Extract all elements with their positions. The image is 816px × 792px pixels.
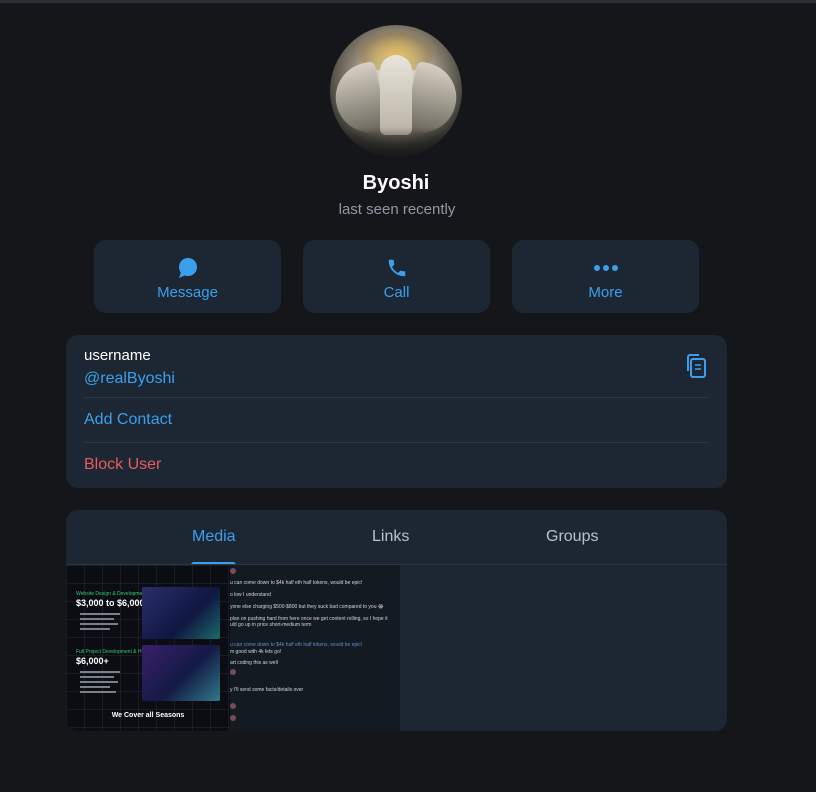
more-button-label: More <box>588 284 623 301</box>
thumbnail-footer: We Cover all Seasons <box>111 712 185 719</box>
avatar-shade <box>330 127 462 157</box>
thumbnail-line <box>80 623 118 625</box>
more-dots-icon <box>512 256 699 280</box>
top-border <box>0 0 816 3</box>
tab-groups[interactable]: Groups <box>546 528 598 546</box>
chat-bubble-icon <box>94 256 281 280</box>
thumbnail-line <box>80 613 120 615</box>
media-thumbnail[interactable]: u can come down to $4k half eth half tok… <box>230 565 400 731</box>
divider <box>84 442 709 443</box>
thumbnail-heading: Website Design & Development <box>76 591 147 597</box>
thumbnail-line <box>80 618 114 620</box>
chat-line: m good with 4k lets go! <box>230 649 282 655</box>
thumbnail-screenshot <box>142 587 220 639</box>
avatar-figure <box>380 55 412 135</box>
info-card: username @realByoshi Add Contact Block U… <box>66 335 727 488</box>
phone-icon <box>303 256 490 280</box>
chat-line: u can come down to $4k half eth half tok… <box>230 580 363 586</box>
chat-avatar <box>230 715 236 721</box>
thumbnail-screenshot <box>142 645 220 701</box>
tab-links[interactable]: Links <box>372 528 409 546</box>
call-button[interactable]: Call <box>303 240 490 313</box>
thumbnail-line <box>80 691 116 693</box>
chat-avatar <box>230 703 236 709</box>
tab-media[interactable]: Media <box>192 528 236 546</box>
more-button[interactable]: More <box>512 240 699 313</box>
block-user-button[interactable]: Block User <box>84 456 161 474</box>
chat-line: o low I understand <box>230 592 271 598</box>
shared-media-card: Media Links Groups Website Design & Deve… <box>66 510 727 731</box>
thumbnail-line <box>80 681 118 683</box>
chat-line: y I'll send some facts/details over <box>230 687 304 693</box>
username-value[interactable]: @realByoshi <box>84 370 175 388</box>
profile-name: Byoshi <box>362 172 430 194</box>
divider <box>84 397 709 398</box>
chat-line: yone else charging $500-$800 but they su… <box>230 604 384 610</box>
add-contact-button[interactable]: Add Contact <box>84 411 172 429</box>
thumbnail-line <box>80 628 110 630</box>
thumbnail-price: $3,000 to $6,000 <box>76 598 145 608</box>
username-title: username <box>84 347 151 364</box>
profile-status: last seen recently <box>338 201 456 218</box>
thumbnail-price: $6,000+ <box>76 656 109 666</box>
profile-avatar[interactable] <box>330 25 462 157</box>
message-button-label: Message <box>157 284 218 301</box>
media-thumbnail[interactable]: Website Design & Development $3,000 to $… <box>66 565 230 731</box>
chat-line: u can come down to $4k half eth half tok… <box>230 642 363 648</box>
message-button[interactable]: Message <box>94 240 281 313</box>
copy-icon[interactable] <box>685 353 709 379</box>
thumbnail-line <box>80 686 110 688</box>
call-button-label: Call <box>383 284 410 301</box>
thumbnail-line <box>80 671 120 673</box>
chat-avatar <box>230 669 236 675</box>
chat-line: uld go up in price short-medium term <box>230 622 312 628</box>
thumbnail-line <box>80 676 114 678</box>
chat-line: art coding this as well <box>230 660 278 666</box>
chat-avatar <box>230 568 236 574</box>
